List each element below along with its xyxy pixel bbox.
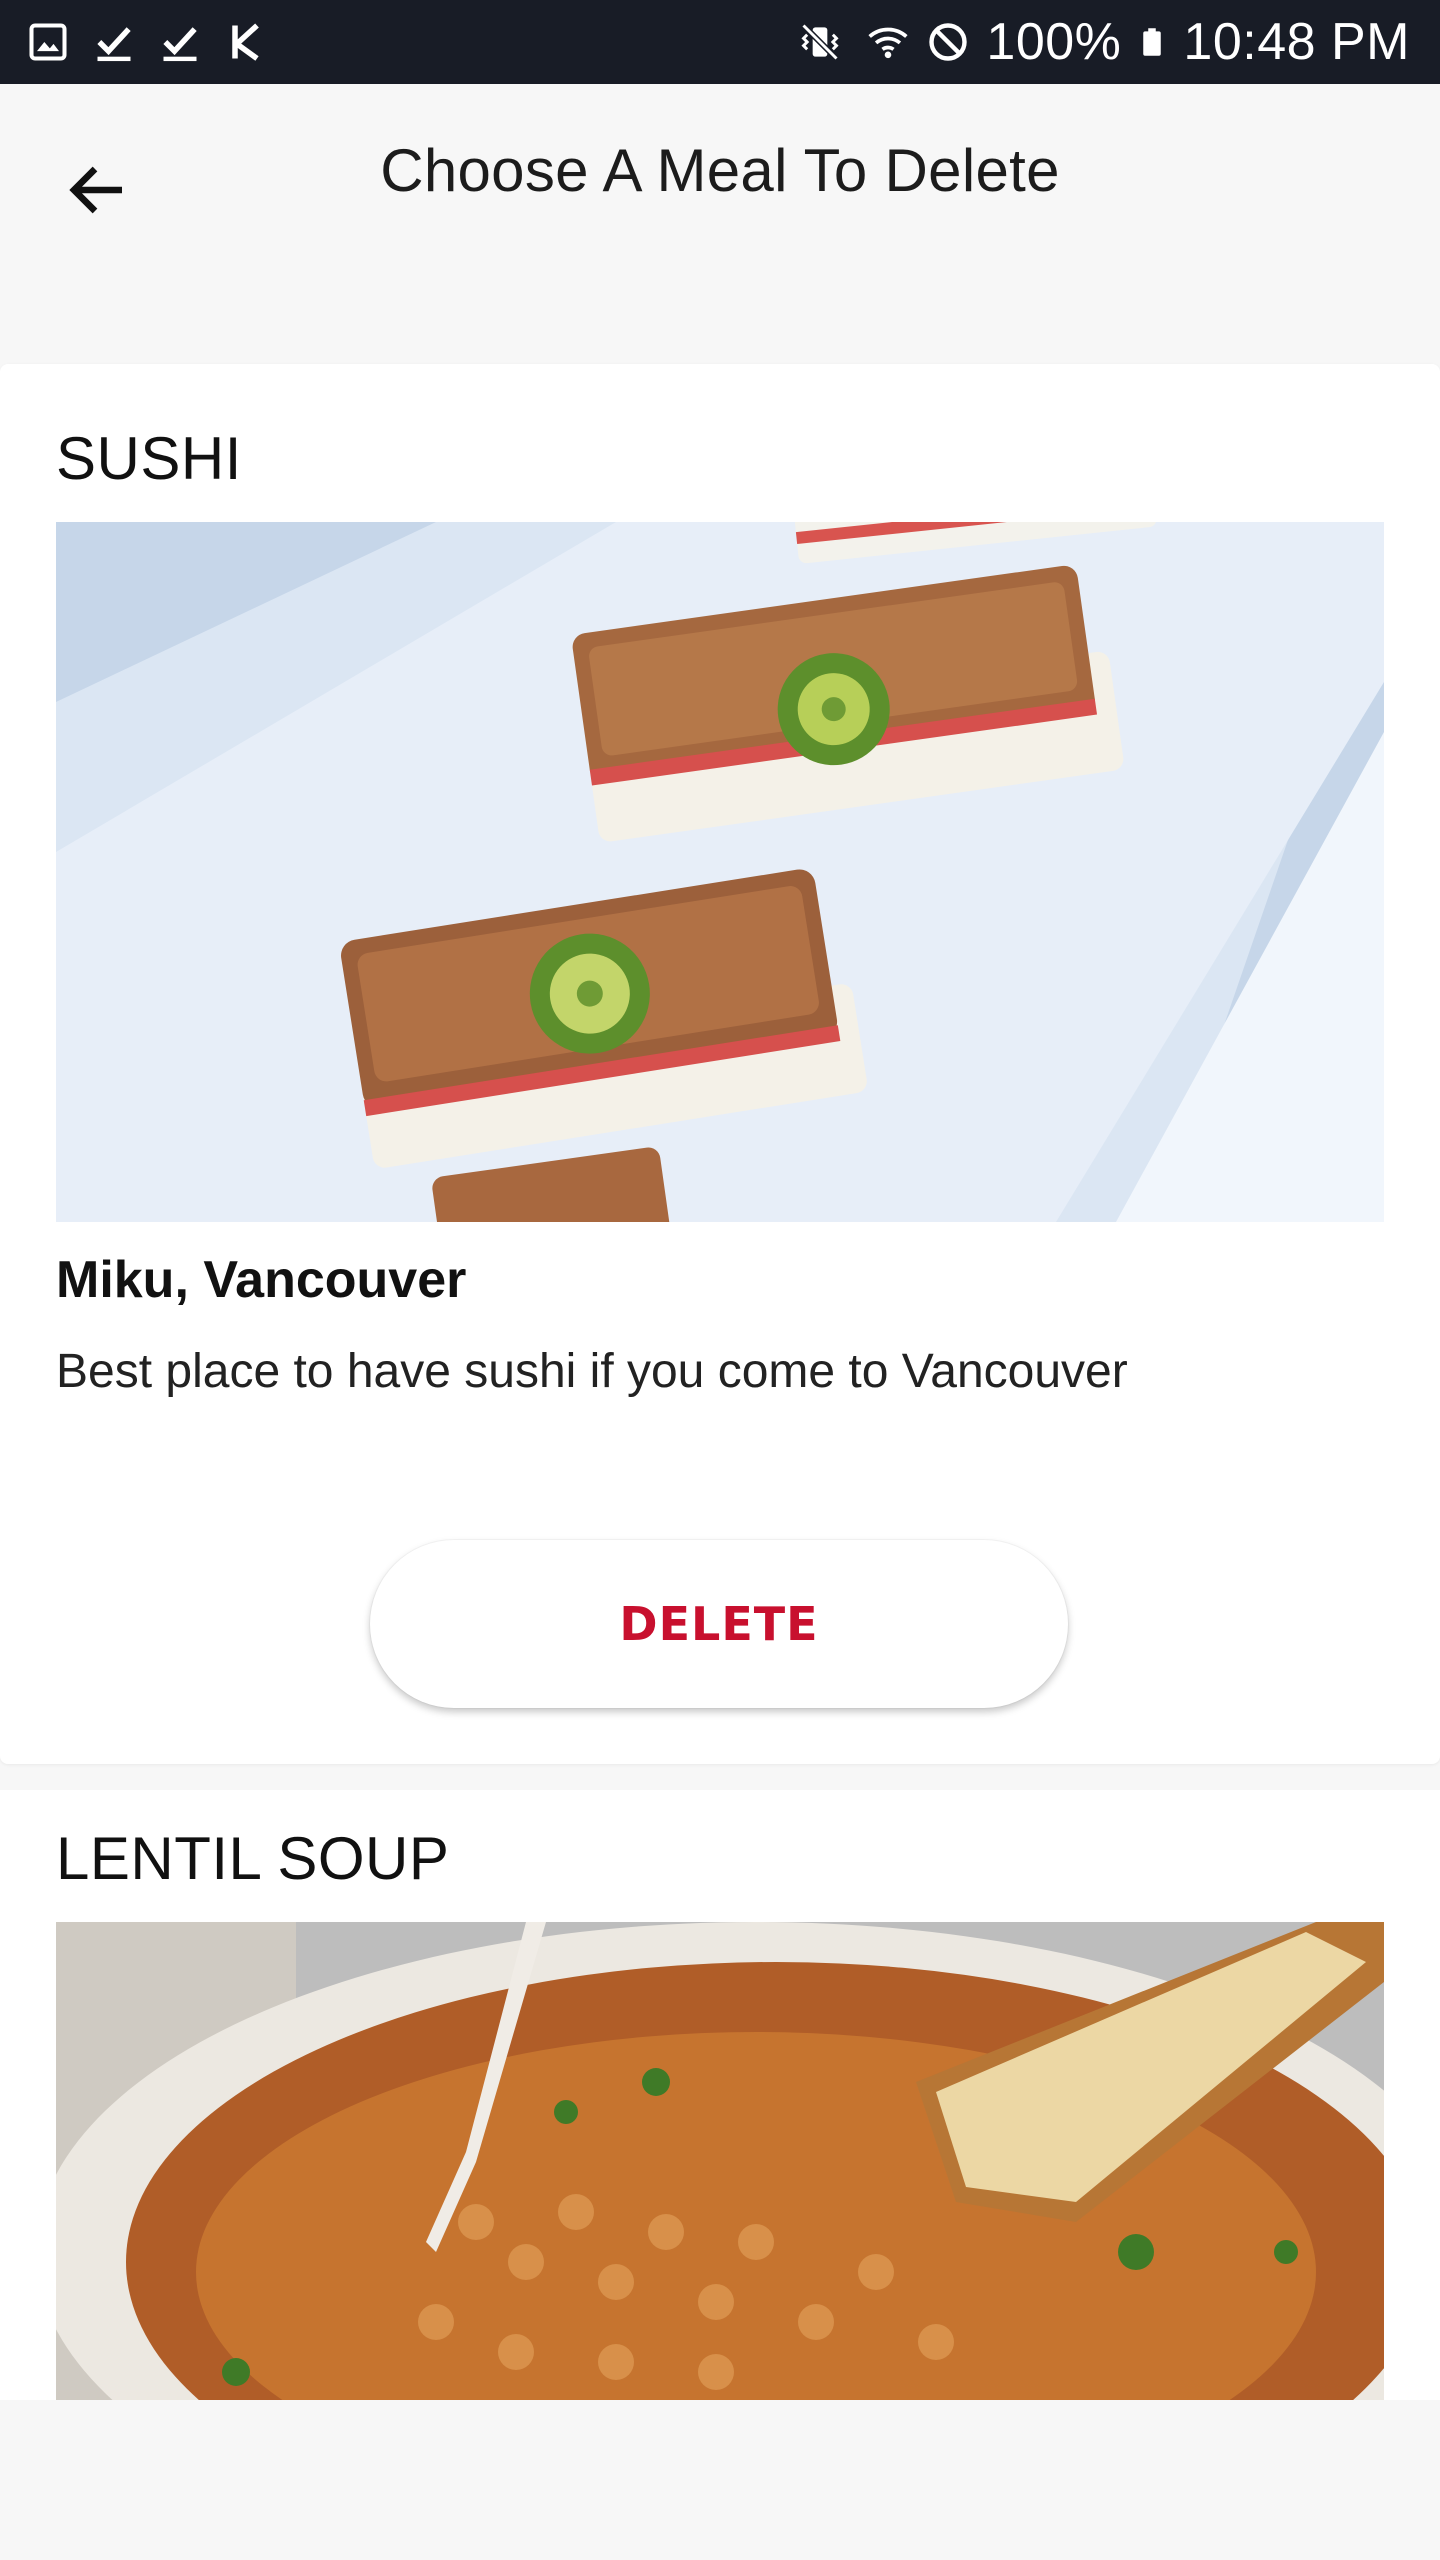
check-icon [97, 27, 131, 62]
clock: 10:48 PM [1183, 13, 1410, 71]
meal-card[interactable]: SUSHI Miku, Vancouver Best place to have… [0, 364, 1440, 1764]
meal-description: Best place to have sushi if you come to … [56, 1345, 1128, 1398]
meal-name: LENTIL SOUP [56, 1825, 450, 1892]
meal-image-lentil-soup [56, 1922, 1384, 2400]
battery-percentage: 100% [986, 13, 1122, 71]
wifi-icon [868, 27, 908, 59]
meal-name: SUSHI [56, 425, 242, 492]
check-icon [163, 27, 197, 62]
status-bar: 100% 10:48 PM [0, 0, 1440, 84]
battery-icon [1143, 28, 1162, 56]
k-app-icon [232, 23, 259, 61]
do-not-disturb-icon [929, 23, 968, 61]
status-left-icons [26, 0, 268, 84]
image-icon [29, 23, 67, 61]
meal-image-sushi [56, 522, 1384, 1222]
app-bar: Choose A Meal To Delete [0, 84, 1440, 274]
vibrate-icon [801, 23, 839, 61]
page-title: Choose A Meal To Delete [380, 137, 1060, 204]
meal-place: Miku, Vancouver [56, 1251, 467, 1309]
delete-button-label: DELETE [619, 1597, 819, 1651]
status-right-icons: 100% 10:48 PM [790, 0, 1410, 84]
delete-button[interactable]: DELETE [370, 1540, 1068, 1708]
meal-card[interactable]: LENTIL SOUP [0, 1790, 1440, 2400]
